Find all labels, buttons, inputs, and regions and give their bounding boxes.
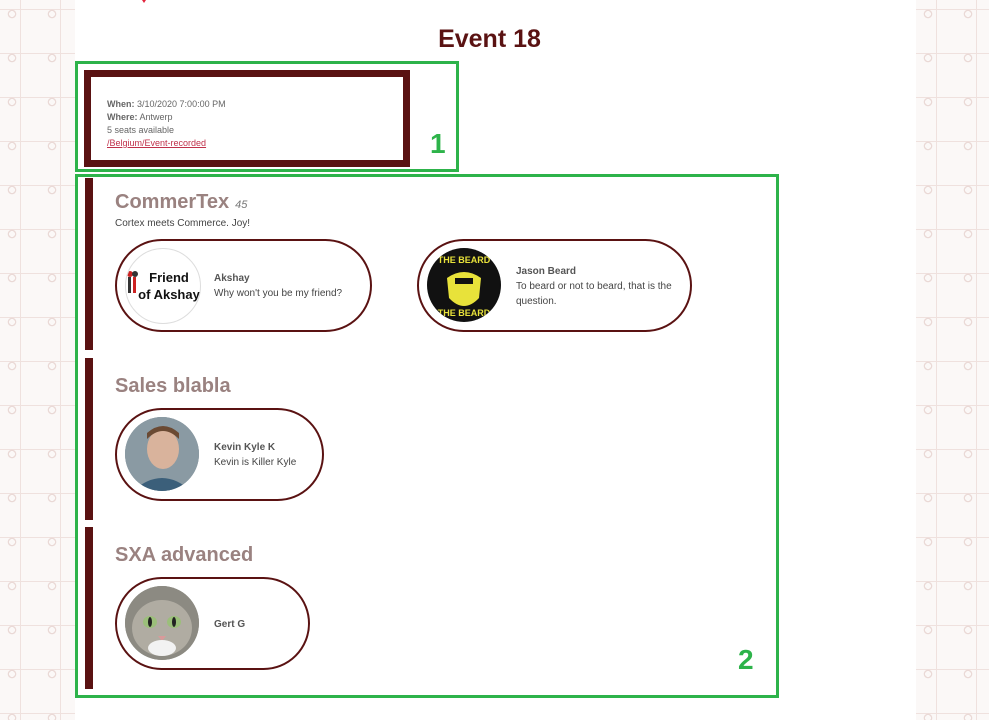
annotation-box-2 [75,174,779,698]
logo-icon [138,0,150,3]
annotation-box-1 [75,61,459,172]
page-title: Event 18 [438,25,541,53]
annotation-label-2: 2 [738,644,754,675]
circuit-pattern-left [0,0,75,720]
annotation-label-1: 1 [430,128,446,159]
circuit-pattern-right [916,0,989,720]
